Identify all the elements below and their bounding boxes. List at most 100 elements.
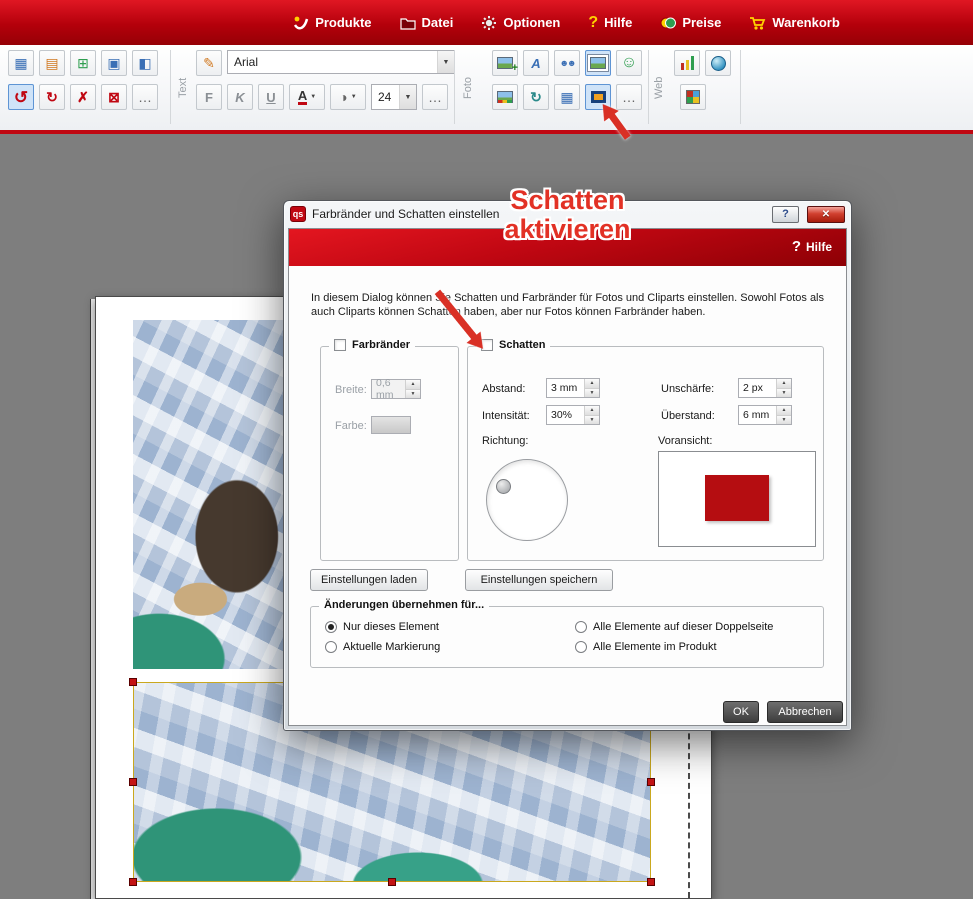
spin-up-icon[interactable]: ▲ (585, 406, 599, 416)
people-icon: ☻☻ (560, 59, 575, 68)
globe-icon (711, 56, 726, 71)
load-settings-button[interactable]: Einstellungen laden (310, 569, 428, 591)
radio-alle-elemente-doppelseite[interactable]: Alle Elemente auf dieser Doppelseite (575, 621, 773, 633)
dial-knob[interactable] (496, 479, 511, 494)
spin-up-icon[interactable]: ▲ (777, 406, 791, 416)
spin-down-icon[interactable]: ▼ (777, 416, 791, 425)
album-overview-button[interactable]: ▦ (8, 50, 34, 76)
abstand-spinner[interactable]: 3 mm ▲▼ (546, 378, 600, 398)
delete-icon: ✗ (77, 90, 89, 104)
pages-button[interactable]: ◧ (132, 50, 158, 76)
spin-up-icon[interactable]: ▲ (406, 380, 420, 390)
gear-icon (481, 15, 497, 31)
bold-button[interactable]: F (196, 84, 222, 110)
move-page-icon: ▤ (45, 56, 58, 70)
foto-more-button[interactable]: … (616, 84, 642, 110)
ueberstand-spinner[interactable]: 6 mm ▲▼ (738, 405, 792, 425)
web-globe-button[interactable] (705, 50, 731, 76)
add-photo-button[interactable]: + (492, 50, 518, 76)
photo-text-button[interactable]: A (523, 50, 549, 76)
radio-alle-elemente-produkt[interactable]: Alle Elemente im Produkt (575, 641, 717, 653)
smiley-icon: ☺ (621, 55, 637, 71)
menu-label: Warenkorb (772, 15, 839, 30)
selection-handle[interactable] (129, 778, 137, 786)
breite-spinner[interactable]: 0,6 mm ▲▼ (371, 379, 421, 399)
font-color-button[interactable]: A ▼ (289, 84, 325, 110)
radio-nur-dieses-element[interactable]: Nur dieses Element (325, 621, 439, 633)
web-stats-button[interactable] (674, 50, 700, 76)
selection-handle[interactable] (388, 878, 396, 886)
titlebar-help-button[interactable]: ? (772, 206, 799, 223)
add-text-button[interactable]: ✎ (196, 50, 222, 76)
selection-handle[interactable] (647, 878, 655, 886)
crop-photo-button[interactable] (585, 50, 611, 76)
ok-button[interactable]: OK (723, 701, 759, 723)
breite-label: Breite: (335, 384, 367, 396)
abstand-value: 3 mm (547, 379, 584, 397)
add-page-button[interactable]: ⊞ (70, 50, 96, 76)
rotate-left-icon: ↺ (14, 89, 28, 106)
header-help-link[interactable]: ? Hilfe (792, 238, 832, 255)
annotation-line1: Schatten (475, 186, 660, 215)
spin-down-icon[interactable]: ▼ (585, 416, 599, 425)
copy-page-button[interactable]: ▣ (101, 50, 127, 76)
help-label: Hilfe (806, 240, 832, 254)
menu-hilfe[interactable]: ? Hilfe (588, 15, 632, 30)
cancel-button[interactable]: Abbrechen (767, 701, 843, 723)
selection-handle[interactable] (129, 678, 137, 686)
breite-value: 0,6 mm (372, 380, 405, 398)
menu-optionen[interactable]: Optionen (481, 15, 560, 31)
chevron-down-icon: ▼ (437, 51, 454, 73)
swap-photos-button[interactable]: ☻☻ (554, 50, 580, 76)
annotation-line2: aktivieren (475, 215, 660, 244)
spin-down-icon[interactable]: ▼ (585, 389, 599, 398)
web-chart-button[interactable] (680, 84, 706, 110)
text-more-button[interactable]: … (422, 84, 448, 110)
richtung-dial[interactable] (486, 459, 568, 541)
radio-dot (575, 641, 587, 653)
delete-page-button[interactable]: ⊠ (101, 84, 127, 110)
unschaerfe-spinner[interactable]: 2 px ▲▼ (738, 378, 792, 398)
underline-button[interactable]: U (258, 84, 284, 110)
photo-rotate-button[interactable]: ↻ (523, 84, 549, 110)
chevron-down-icon: ▼ (310, 94, 316, 100)
menu-preise[interactable]: Preise (660, 15, 721, 31)
selection-handle[interactable] (129, 878, 137, 886)
intensitaet-spinner[interactable]: 30% ▲▼ (546, 405, 600, 425)
rotate-right-button[interactable]: ↻ (39, 84, 65, 110)
radio-aktuelle-markierung[interactable]: Aktuelle Markierung (325, 641, 440, 653)
italic-button[interactable]: K (227, 84, 253, 110)
farbe-swatch[interactable] (371, 416, 411, 434)
smiley-button[interactable]: ☺ (616, 50, 642, 76)
menu-datei[interactable]: Datei (400, 15, 454, 31)
selection-handle[interactable] (647, 778, 655, 786)
add-page-icon: ⊞ (77, 56, 89, 70)
app-logo-icon: qs (290, 206, 306, 222)
menu-label: Produkte (315, 15, 371, 30)
menu-produkte[interactable]: Produkte (293, 15, 371, 31)
font-family-select[interactable]: Arial ▼ (227, 50, 455, 74)
menu-label: Optionen (503, 15, 560, 30)
save-settings-button[interactable]: Einstellungen speichern (465, 569, 613, 591)
bold-icon: F (205, 91, 213, 104)
radio-dot (325, 621, 337, 633)
photo-color-button[interactable] (492, 84, 518, 110)
delete-button[interactable]: ✗ (70, 84, 96, 110)
font-size-select[interactable]: 24 ▼ (371, 84, 417, 110)
pages-more-button[interactable]: … (132, 84, 158, 110)
spin-down-icon[interactable]: ▼ (777, 389, 791, 398)
italic-icon: K (235, 91, 244, 104)
menu-warenkorb[interactable]: Warenkorb (749, 15, 839, 31)
spin-down-icon[interactable]: ▼ (406, 390, 420, 399)
opacity-button[interactable]: ◑ ▼ (330, 84, 366, 110)
spin-up-icon[interactable]: ▲ (777, 379, 791, 389)
close-button[interactable]: ✕ (807, 206, 845, 223)
web-section-label: Web (652, 48, 666, 128)
spin-up-icon[interactable]: ▲ (585, 379, 599, 389)
photo-color-icon (497, 91, 513, 103)
dialog-farbraender-schatten: qs Farbränder und Schatten einstellen ? … (283, 200, 852, 731)
photo-grid-button[interactable]: ▦ (554, 84, 580, 110)
farbraender-checkbox[interactable] (334, 339, 346, 351)
rotate-left-button[interactable]: ↺ (8, 84, 34, 110)
move-page-button[interactable]: ▤ (39, 50, 65, 76)
